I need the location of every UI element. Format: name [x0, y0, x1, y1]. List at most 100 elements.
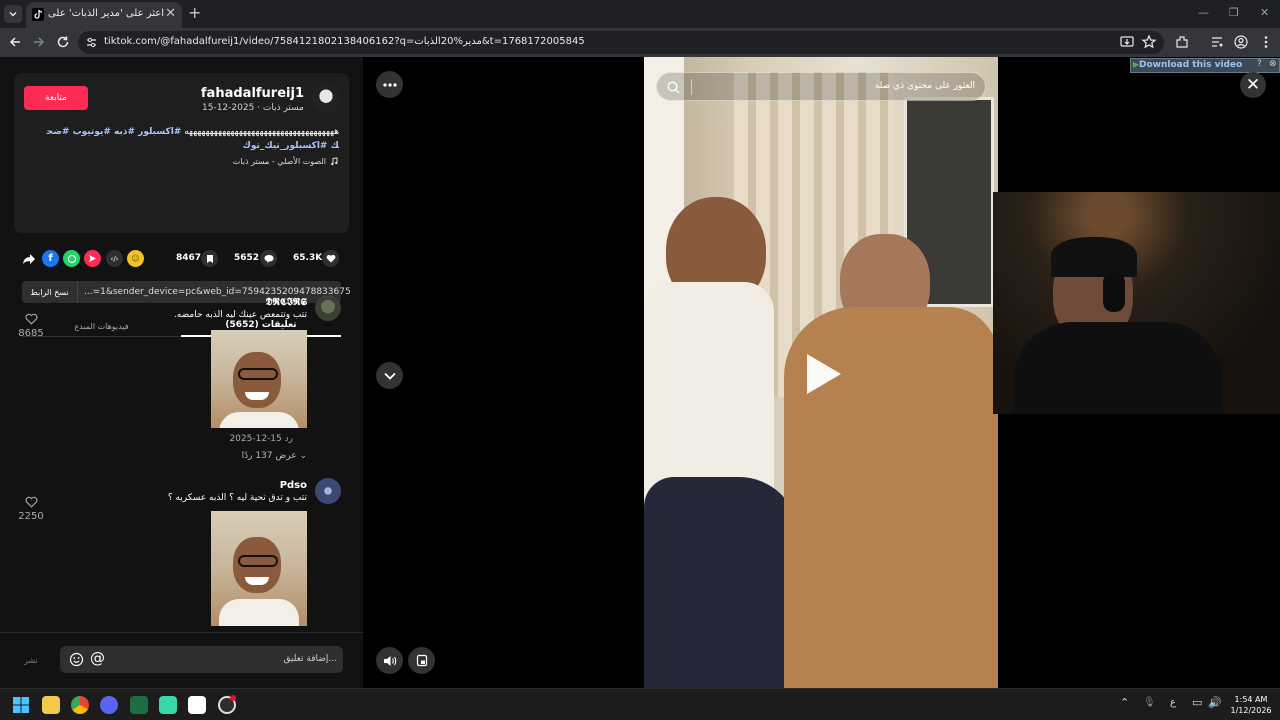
restore-icon[interactable]: ❐ [1229, 6, 1239, 19]
sticker-glasses [238, 555, 278, 567]
media-controls-icon[interactable] [1209, 34, 1225, 50]
view-replies-button[interactable]: عرض 137 ردًا ⌄ [242, 451, 307, 461]
sound-link[interactable]: الصوت الأصلي - مستر ذبات [233, 157, 339, 166]
emoji-icon[interactable] [69, 652, 84, 667]
video-player-area: العثور على محتوى ذي صلة ▶ Download this … [363, 57, 1280, 688]
more-options-button[interactable] [376, 71, 403, 98]
webcam-headphones [1103, 272, 1125, 312]
speaker-icon [383, 655, 396, 666]
network-icon[interactable]: ▭ [1192, 696, 1202, 709]
volume-button[interactable] [376, 647, 403, 674]
sticker-glasses [238, 368, 278, 380]
comment-text: تتب وتتمعص عينك ليه الذبه حامضه. [173, 310, 307, 320]
address-bar[interactable]: tiktok.com/@fahadalfureij1/video/7584121… [78, 31, 1164, 54]
tab-close-icon[interactable]: ✕ [165, 6, 176, 21]
details-panel: متابعة fahadalfureij1 مستر ذبات · 2025-1… [0, 57, 363, 688]
heart-outline-icon[interactable] [25, 496, 38, 508]
play-icon[interactable] [807, 354, 841, 394]
share-arrow-icon[interactable] [22, 252, 36, 266]
comment-input[interactable]: @ إضافة تعليق... [60, 646, 343, 673]
webcam-person-hair [1051, 237, 1137, 277]
browser-tab-bar: اعثر على 'مدير الذبات' على TikTok ✕ + — … [0, 0, 1280, 28]
install-app-icon[interactable] [1119, 34, 1135, 50]
miniplayer-button[interactable] [408, 647, 435, 674]
caption-text: ههههههههههههههههههههههههههههههههههههه [184, 127, 339, 137]
search-icon[interactable] [667, 81, 680, 94]
more-dots-icon [382, 82, 397, 87]
sound-name: الصوت الأصلي - مستر ذبات [232, 157, 326, 166]
close-icon[interactable]: ⊗ [1269, 59, 1277, 69]
windows-start-icon[interactable] [13, 697, 29, 713]
comment-composer: نشر @ إضافة تعليق... [0, 632, 363, 688]
discord-icon[interactable] [100, 696, 118, 714]
menu-kebab-icon[interactable] [1258, 34, 1274, 50]
tiktok-favicon-icon [32, 8, 44, 21]
notification-badge [230, 695, 236, 701]
help-icon[interactable]: ? [1257, 59, 1262, 69]
commenter-name[interactable]: 𝕯𝕽𝕮𝕴𝕽𝕾 [266, 297, 307, 308]
comment-sticker-image[interactable] [211, 511, 307, 626]
video-frame[interactable]: العثور على محتوى ذي صلة [644, 57, 998, 688]
tab-title: اعثر على 'مدير الذبات' على TikTok [48, 8, 164, 19]
related-search-bar[interactable]: العثور على محتوى ذي صلة [656, 72, 986, 101]
app-icon[interactable] [188, 696, 206, 714]
send-to-friends-icon[interactable] [84, 250, 101, 267]
author-card: متابعة fahadalfureij1 مستر ذبات · 2025-1… [14, 73, 349, 233]
close-video-button[interactable]: ✕ [1240, 72, 1266, 98]
window-close-icon[interactable]: ✕ [1260, 6, 1269, 19]
post-comment-button[interactable]: نشر [24, 656, 38, 665]
chevron-down-icon [9, 12, 17, 17]
search-placeholder: العثور على محتوى ذي صلة [874, 81, 975, 91]
input-language[interactable]: ع [1170, 697, 1176, 708]
whatsapp-share-icon[interactable] [63, 250, 80, 267]
tab-search-button[interactable] [4, 5, 22, 23]
extensions-icon[interactable] [1174, 34, 1190, 50]
bookmark-icon[interactable] [201, 250, 218, 267]
chevron-down-icon: ⌄ [299, 451, 307, 461]
facebook-share-icon[interactable]: f [42, 250, 59, 267]
follow-button[interactable]: متابعة [24, 86, 88, 110]
excel-icon[interactable] [130, 696, 148, 714]
minimize-icon[interactable]: — [1198, 6, 1209, 19]
clock-date: 1/12/2026 [1230, 706, 1272, 715]
miniplayer-icon [416, 654, 427, 667]
bookmark-star-icon[interactable] [1141, 34, 1157, 50]
commenter-avatar[interactable] [315, 478, 341, 504]
reply-button[interactable]: رد [285, 434, 293, 444]
commenter-name[interactable]: Pdso [280, 480, 307, 491]
heart-outline-icon[interactable] [25, 313, 38, 325]
heart-like-icon[interactable] [322, 250, 339, 267]
comment-like[interactable]: 2250 [17, 496, 45, 522]
app-icon[interactable] [159, 696, 177, 714]
comment-date: 2025-12-15 رد [229, 434, 307, 444]
author-username[interactable]: fahadalfureij1 [201, 86, 304, 101]
new-tab-button[interactable]: + [188, 5, 201, 21]
forward-arrow-icon[interactable] [31, 34, 47, 50]
author-avatar[interactable] [312, 85, 340, 113]
download-label: Download this video [1139, 60, 1243, 70]
tray-clock[interactable]: 1:54 AM 1/12/2026 [1226, 694, 1276, 716]
comment-like[interactable]: 8685 [17, 313, 45, 339]
back-arrow-icon[interactable] [7, 34, 23, 50]
embed-code-icon[interactable]: ‹/› [106, 250, 123, 267]
download-video-banner[interactable]: ▶ Download this video ? ⊗ [1130, 58, 1280, 73]
mention-icon[interactable]: @ [90, 649, 105, 667]
commenter-avatar[interactable] [315, 295, 341, 321]
browser-tab-active[interactable]: اعثر على 'مدير الذبات' على TikTok ✕ [26, 2, 182, 28]
url-text: tiktok.com/@fahadalfureij1/video/7584121… [104, 36, 585, 47]
gift-coin-icon[interactable]: ☺ [127, 250, 144, 267]
comment-sticker-image[interactable] [211, 330, 307, 428]
tray-chevron-up-icon[interactable]: ⌃ [1120, 696, 1129, 709]
comment-bubble-icon[interactable] [260, 250, 277, 267]
profile-icon[interactable] [1233, 34, 1249, 50]
volume-icon[interactable]: 🔊 [1208, 696, 1222, 709]
next-video-button[interactable] [376, 362, 403, 389]
comment-placeholder: إضافة تعليق... [283, 654, 337, 664]
file-explorer-icon[interactable] [42, 696, 60, 714]
reload-icon[interactable] [55, 34, 71, 50]
close-icon: ✕ [1245, 75, 1261, 95]
site-info-icon[interactable] [86, 37, 97, 48]
microphone-icon[interactable]: 🎙 [1143, 697, 1156, 708]
browser-toolbar: tiktok.com/@fahadalfureij1/video/7584121… [0, 28, 1280, 57]
chrome-icon[interactable] [71, 696, 89, 714]
